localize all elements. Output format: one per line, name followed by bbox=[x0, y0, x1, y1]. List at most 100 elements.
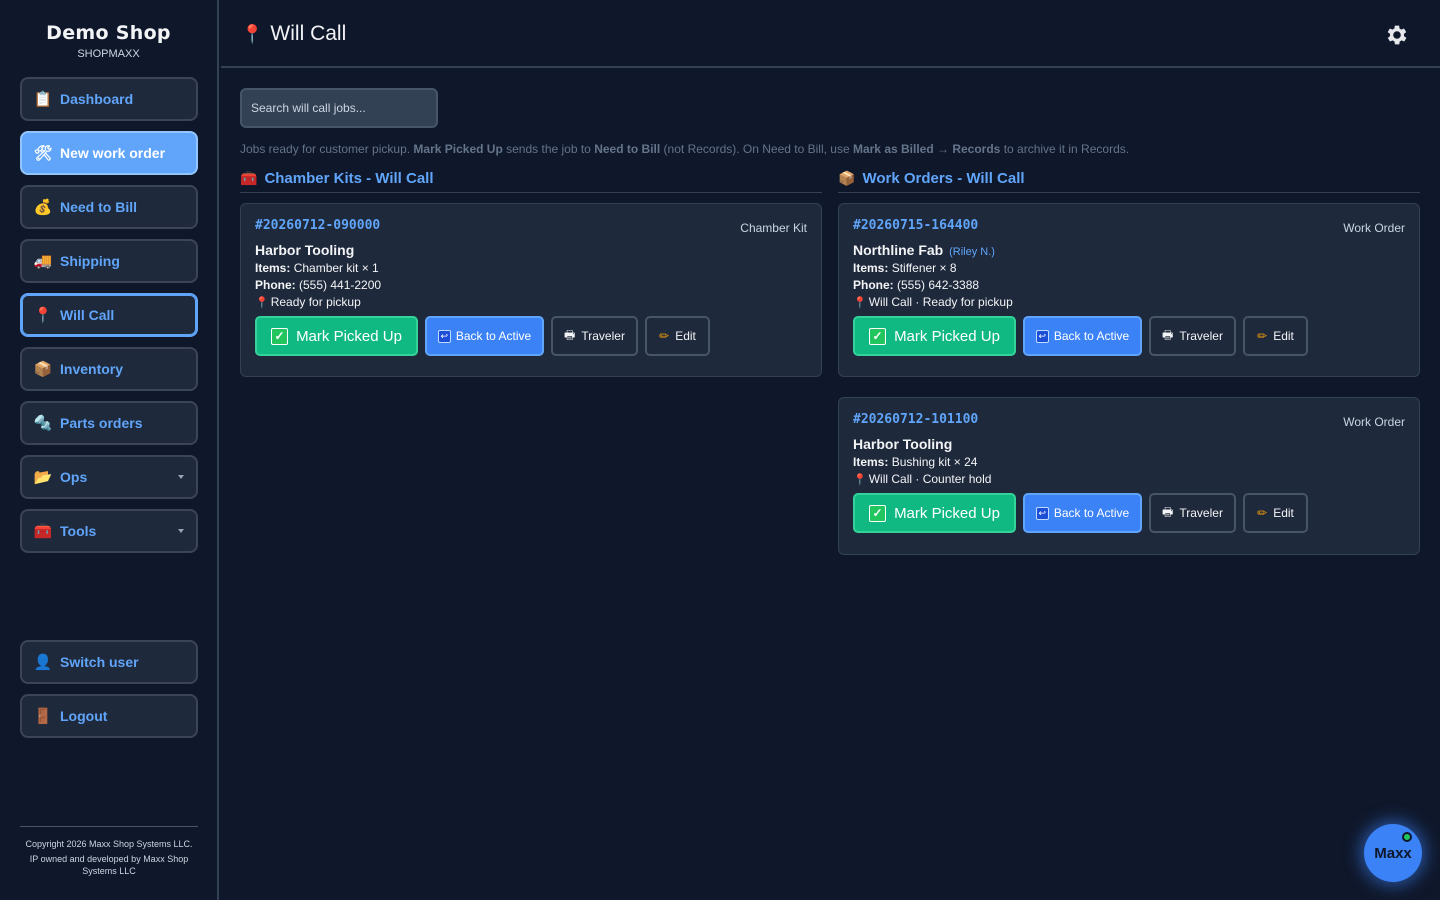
online-status-indicator bbox=[1402, 832, 1412, 842]
mark-picked-up-button[interactable]: ✓ Mark Picked Up bbox=[853, 316, 1016, 356]
items-value: Bushing kit × 24 bbox=[891, 455, 978, 469]
return-arrow-icon: ↩ bbox=[1035, 506, 1049, 520]
sidebar-item-label: Inventory bbox=[60, 361, 124, 377]
card-actions: ✓ Mark Picked Up ↩ Back to Active 🖶 Travele… bbox=[255, 316, 807, 356]
customer-name-text: Harbor Tooling bbox=[853, 436, 953, 452]
sidebar-item-label: Parts orders bbox=[60, 415, 143, 431]
sidebar-item-inventory[interactable]: 📦 Inventory bbox=[20, 347, 198, 391]
mark-picked-up-button[interactable]: ✓ Mark Picked Up bbox=[255, 316, 418, 356]
button-label: Edit bbox=[675, 329, 696, 343]
status-value: Ready for pickup bbox=[270, 295, 361, 309]
clipboard-icon: 📋 bbox=[33, 91, 53, 108]
truck-icon: 🚚 bbox=[33, 253, 53, 270]
sidebar-item-dashboard[interactable]: 📋 Dashboard bbox=[20, 77, 198, 121]
mark-picked-up-button[interactable]: ✓ Mark Picked Up bbox=[853, 493, 1016, 533]
folder-icon: 📂 bbox=[33, 469, 53, 486]
contact-name: (Riley N.) bbox=[949, 246, 995, 258]
sidebar-item-new-work-order[interactable]: 🛠 New work order bbox=[20, 131, 198, 175]
chevron-down-icon bbox=[178, 475, 184, 479]
traveler-button[interactable]: 🖶 Traveler bbox=[551, 316, 638, 356]
sidebar-item-will-call[interactable]: 📍 Will Call bbox=[20, 293, 198, 337]
sidebar-item-tools[interactable]: 🧰 Tools bbox=[20, 509, 198, 553]
pin-icon: 📍 bbox=[33, 307, 53, 324]
brand: Demo Shop SHOPMAXX bbox=[0, 0, 217, 60]
printer-icon: 🖶 bbox=[1162, 327, 1174, 342]
page-header: 📍 Will Call bbox=[221, 0, 1440, 68]
money-bag-icon: 💰 bbox=[33, 199, 53, 216]
customer-name-text: Northline Fab bbox=[853, 242, 944, 258]
maxx-label: Maxx bbox=[1374, 844, 1412, 862]
button-label: Mark Picked Up bbox=[296, 327, 402, 345]
sidebar-item-label: Shipping bbox=[60, 253, 120, 269]
traveler-button[interactable]: 🖶 Traveler bbox=[1149, 493, 1236, 533]
pencil-icon: ✏ bbox=[1257, 329, 1268, 343]
gear-icon[interactable] bbox=[1384, 22, 1410, 48]
printer-icon: 🖶 bbox=[1162, 504, 1174, 519]
job-card: #20260712-101100 Work Order Harbor Tooli… bbox=[838, 397, 1420, 555]
logout-button[interactable]: 🚪 Logout bbox=[20, 694, 198, 738]
back-to-active-button[interactable]: ↩ Back to Active bbox=[1023, 493, 1142, 533]
sidebar-bottom: 👤 Switch user 🚪 Logout bbox=[20, 640, 198, 748]
sidebar-item-need-to-bill[interactable]: 💰 Need to Bill bbox=[20, 185, 198, 229]
status-value: Will Call · Ready for pickup bbox=[868, 295, 1013, 309]
button-label: Mark Picked Up bbox=[894, 327, 1000, 345]
button-label: Back to Active bbox=[1053, 506, 1130, 520]
copyright-line: Copyright 2026 Maxx Shop Systems LLC. bbox=[25, 839, 193, 849]
info-bold: Need to Bill bbox=[594, 142, 661, 156]
phone-value: (555) 441-2200 bbox=[299, 278, 382, 292]
sidebar-nav: 📋 Dashboard 🛠 New work order 💰 Need to B… bbox=[20, 77, 198, 563]
traveler-button[interactable]: 🖶 Traveler bbox=[1149, 316, 1236, 356]
sidebar-item-ops[interactable]: 📂 Ops bbox=[20, 455, 198, 499]
edit-button[interactable]: ✏ Edit bbox=[1243, 493, 1308, 533]
status-line: 📍 Will Call · Counter hold bbox=[853, 472, 1405, 486]
sidebar-item-label: Tools bbox=[60, 523, 97, 539]
customer-name: Northline Fab (Riley N.) bbox=[853, 242, 1405, 258]
button-label: Traveler bbox=[581, 329, 625, 343]
customer-name-text: Harbor Tooling bbox=[255, 242, 355, 258]
sidebar-item-label: Dashboard bbox=[60, 91, 134, 107]
items-label: Items: bbox=[255, 261, 291, 275]
button-label: Back to Active bbox=[1053, 329, 1130, 343]
info-bold: Mark Picked Up bbox=[413, 142, 503, 156]
sidebar-item-shipping[interactable]: 🚚 Shipping bbox=[20, 239, 198, 283]
pencil-icon: ✏ bbox=[1257, 506, 1268, 520]
page-title-text: Will Call bbox=[270, 22, 347, 45]
edit-button[interactable]: ✏ Edit bbox=[645, 316, 710, 356]
bolt-nut-icon: 🔩 bbox=[33, 415, 53, 432]
card-actions: ✓ Mark Picked Up ↩ Back to Active 🖶 Travele… bbox=[853, 316, 1405, 356]
brand-name: Demo Shop bbox=[46, 22, 171, 44]
checkmark-icon: ✓ bbox=[869, 504, 887, 522]
items-value: Chamber kit × 1 bbox=[293, 261, 379, 275]
tools-icon: 🛠 bbox=[33, 145, 53, 162]
door-icon: 🚪 bbox=[33, 708, 53, 725]
job-number[interactable]: #20260712-090000 bbox=[255, 218, 807, 233]
box-icon: 📦 bbox=[33, 361, 53, 378]
pin-icon: 📍 bbox=[241, 23, 264, 44]
maxx-assistant-button[interactable]: Maxx bbox=[1364, 824, 1422, 882]
pencil-icon: ✏ bbox=[659, 329, 670, 343]
switch-user-button[interactable]: 👤 Switch user bbox=[20, 640, 198, 684]
back-to-active-button[interactable]: ↩ Back to Active bbox=[425, 316, 544, 356]
edit-button[interactable]: ✏ Edit bbox=[1243, 316, 1308, 356]
pin-icon: 📍 bbox=[853, 474, 867, 486]
info-part: to archive it in Records. bbox=[1000, 142, 1130, 156]
job-number[interactable]: #20260712-101100 bbox=[853, 412, 1405, 427]
status-value: Will Call · Counter hold bbox=[868, 472, 992, 486]
user-icon: 👤 bbox=[33, 654, 53, 671]
sidebar-item-label: Ops bbox=[60, 469, 88, 485]
switch-user-label: Switch user bbox=[60, 654, 139, 670]
info-part: (not Records). On Need to Bill, use bbox=[660, 142, 853, 156]
logout-label: Logout bbox=[60, 708, 108, 724]
return-arrow-icon: ↩ bbox=[1035, 329, 1049, 343]
items-label: Items: bbox=[853, 261, 889, 275]
customer-name: Harbor Tooling bbox=[255, 242, 807, 258]
button-label: Back to Active bbox=[455, 329, 532, 343]
pin-icon: 📍 bbox=[255, 297, 269, 309]
section-title-work-orders: 📦 Work Orders - Will Call bbox=[838, 170, 1420, 193]
back-to-active-button[interactable]: ↩ Back to Active bbox=[1023, 316, 1142, 356]
items-line: Items: Stiffener × 8 bbox=[853, 261, 1405, 275]
button-label: Traveler bbox=[1179, 329, 1223, 343]
sidebar-item-parts-orders[interactable]: 🔩 Parts orders bbox=[20, 401, 198, 445]
job-number[interactable]: #20260715-164400 bbox=[853, 218, 1405, 233]
search-input[interactable] bbox=[240, 88, 438, 128]
